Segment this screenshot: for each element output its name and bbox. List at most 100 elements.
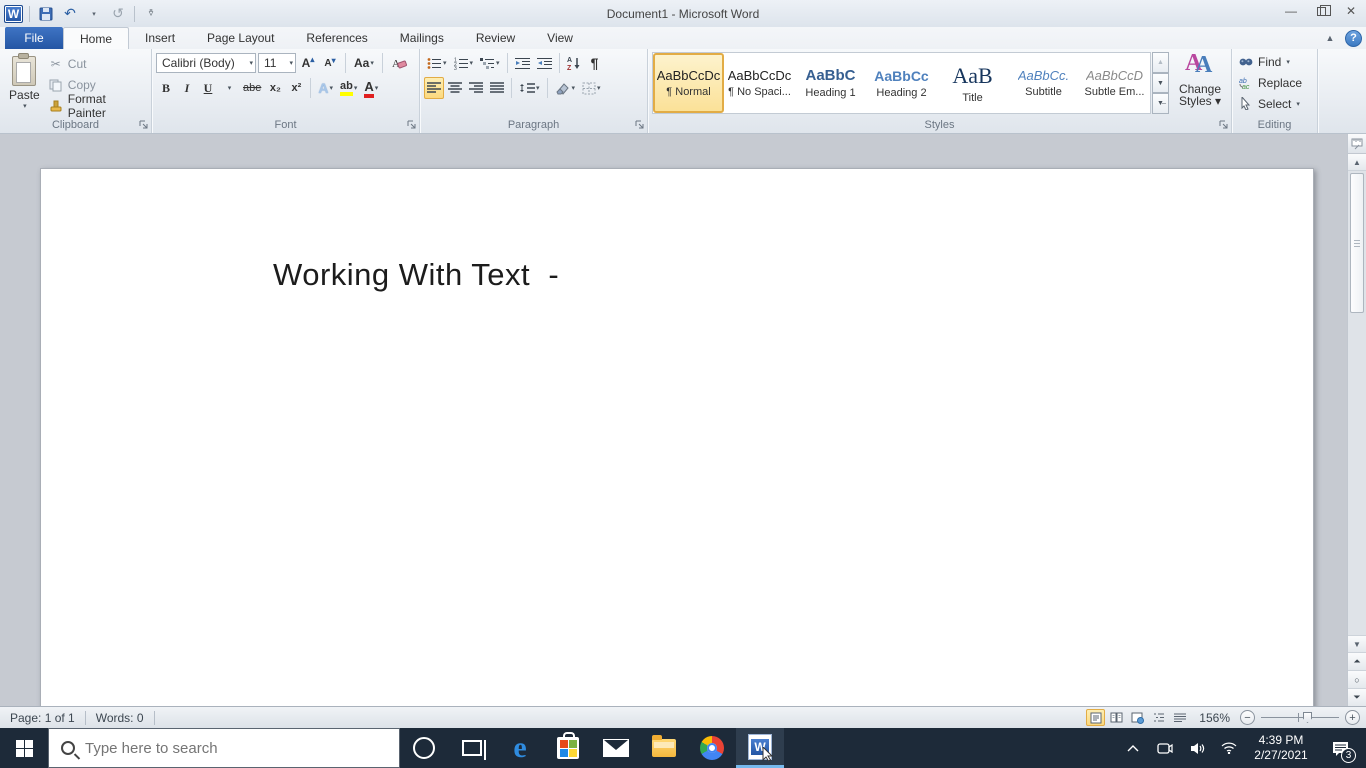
draft-view-button[interactable] <box>1170 709 1189 726</box>
minimize-ribbon-button[interactable]: ▲ <box>1321 30 1339 46</box>
line-spacing-button[interactable]: ▾ <box>516 77 543 99</box>
tab-mailings[interactable]: Mailings <box>384 27 460 49</box>
tab-review[interactable]: Review <box>460 27 531 49</box>
font-color-button[interactable]: A ▾ <box>361 77 381 99</box>
cut-button[interactable]: ✂ Cut <box>45 54 147 74</box>
minimize-button[interactable]: — <box>1276 0 1306 22</box>
tab-page-layout[interactable]: Page Layout <box>191 27 290 49</box>
show-hidden-icons-button[interactable] <box>1118 728 1148 768</box>
search-input[interactable] <box>85 739 345 757</box>
scrollbar-track[interactable] <box>1348 171 1366 635</box>
meet-now-icon[interactable] <box>1150 728 1180 768</box>
subscript-button[interactable]: x₂ <box>265 77 285 99</box>
change-styles-button[interactable]: AA Change Styles ▾ <box>1173 51 1227 108</box>
chrome-taskbar-button[interactable] <box>688 728 736 768</box>
styles-more-button[interactable]: ▼̶ <box>1152 93 1169 115</box>
decrease-indent-button[interactable] <box>512 52 533 74</box>
format-painter-button[interactable]: Format Painter <box>45 92 147 120</box>
strikethrough-button[interactable]: abe <box>240 77 264 99</box>
style-heading2[interactable]: AaBbCc Heading 2 <box>866 53 937 113</box>
task-view-button[interactable] <box>448 728 496 768</box>
styles-scroll-up[interactable]: ▲ <box>1152 52 1169 73</box>
tab-insert[interactable]: Insert <box>129 27 191 49</box>
taskbar-clock[interactable]: 4:39 PM 2/27/2021 <box>1246 733 1316 763</box>
help-button[interactable]: ? <box>1345 29 1362 47</box>
edge-taskbar-button[interactable]: e <box>496 728 544 768</box>
mail-taskbar-button[interactable] <box>592 728 640 768</box>
clipboard-dialog-launcher[interactable] <box>138 119 149 130</box>
start-button[interactable] <box>0 728 48 768</box>
underline-dropdown[interactable]: ▾ <box>219 77 239 99</box>
volume-icon[interactable] <box>1182 728 1212 768</box>
word-taskbar-button[interactable]: W <box>736 728 784 768</box>
zoom-slider-thumb[interactable] <box>1303 712 1312 723</box>
zoom-out-button[interactable]: − <box>1240 710 1255 725</box>
scroll-down-button[interactable]: ▼ <box>1348 635 1366 652</box>
previous-page-button[interactable]: ⏶ <box>1348 652 1366 670</box>
sort-button[interactable]: AZ <box>564 52 584 74</box>
style-heading1[interactable]: AaBbC Heading 1 <box>795 53 866 113</box>
undo-dropdown[interactable]: ▾ <box>84 4 104 24</box>
align-left-button[interactable] <box>424 77 444 99</box>
shading-button[interactable]: ▾ <box>552 77 579 99</box>
paragraph-dialog-launcher[interactable] <box>634 119 645 130</box>
document-area[interactable]: Working With Text - <box>0 134 1366 706</box>
document-text[interactable]: Working With Text - <box>273 257 559 293</box>
styles-scroll-down[interactable]: ▼ <box>1152 72 1169 94</box>
highlight-button[interactable]: ab ▾ <box>337 77 360 99</box>
outline-view-button[interactable] <box>1149 709 1168 726</box>
taskbar-search[interactable] <box>48 728 400 768</box>
file-explorer-taskbar-button[interactable] <box>640 728 688 768</box>
styles-dialog-launcher[interactable] <box>1218 119 1229 130</box>
underline-button[interactable]: U <box>198 77 218 99</box>
tab-file[interactable]: File <box>5 27 63 49</box>
superscript-button[interactable]: x² <box>286 77 306 99</box>
restore-button[interactable] <box>1306 0 1336 22</box>
repeat-button[interactable]: ↺ <box>108 4 128 24</box>
web-layout-view-button[interactable] <box>1128 709 1147 726</box>
scrollbar-thumb[interactable] <box>1350 173 1364 313</box>
style-no-spacing[interactable]: AaBbCcDc ¶ No Spaci... <box>724 53 795 113</box>
word-app-icon[interactable]: W <box>4 4 23 23</box>
paste-button[interactable]: Paste ▾ <box>4 52 45 116</box>
clear-formatting-button[interactable]: A <box>388 52 410 74</box>
grow-font-button[interactable]: A ▴ <box>298 52 318 74</box>
zoom-slider[interactable] <box>1261 710 1339 725</box>
tab-home[interactable]: Home <box>63 27 130 49</box>
close-button[interactable]: ✕ <box>1336 0 1366 22</box>
page-indicator[interactable]: Page: 1 of 1 <box>0 707 85 728</box>
font-size-combo[interactable]: 11 ▾ <box>258 53 296 73</box>
wifi-icon[interactable] <box>1214 728 1244 768</box>
document-page[interactable]: Working With Text - <box>40 168 1314 706</box>
align-center-button[interactable] <box>445 77 465 99</box>
fullscreen-reading-view-button[interactable] <box>1107 709 1126 726</box>
borders-button[interactable]: ▾ <box>579 77 604 99</box>
undo-button[interactable]: ↶ <box>60 4 80 24</box>
style-normal[interactable]: AaBbCcDc ¶ Normal <box>653 53 724 113</box>
multilevel-list-button[interactable]: ▾ <box>477 52 503 74</box>
font-dialog-launcher[interactable] <box>406 119 417 130</box>
print-layout-view-button[interactable] <box>1086 709 1106 726</box>
zoom-level[interactable]: 156% <box>1191 711 1238 725</box>
tab-references[interactable]: References <box>290 27 383 49</box>
style-subtitle[interactable]: AaBbCc. Subtitle <box>1008 53 1079 113</box>
change-case-button[interactable]: Aa ▾ <box>351 52 377 74</box>
style-subtle-emphasis[interactable]: AaBbCcD Subtle Em... <box>1079 53 1150 113</box>
tab-view[interactable]: View <box>531 27 589 49</box>
find-button[interactable]: Find ▾ <box>1236 52 1304 71</box>
justify-button[interactable] <box>487 77 507 99</box>
save-button[interactable] <box>36 4 56 24</box>
select-browse-object-button[interactable]: ○ <box>1348 670 1366 688</box>
store-taskbar-button[interactable] <box>544 728 592 768</box>
bullets-button[interactable]: ▾ <box>424 52 450 74</box>
action-center-button[interactable]: 3 <box>1318 728 1362 768</box>
scroll-up-button[interactable]: ▲ <box>1348 154 1366 171</box>
select-button[interactable]: Select ▾ <box>1236 94 1304 113</box>
numbering-button[interactable]: 1 2 3 ▾ <box>451 52 477 74</box>
customize-qat-dropdown[interactable]: ▿̄ <box>141 4 161 24</box>
font-name-combo[interactable]: Calibri (Body) ▾ <box>156 53 256 73</box>
bold-button[interactable]: B <box>156 77 176 99</box>
align-right-button[interactable] <box>466 77 486 99</box>
word-count[interactable]: Words: 0 <box>86 707 154 728</box>
style-title[interactable]: AaB Title <box>937 53 1008 113</box>
